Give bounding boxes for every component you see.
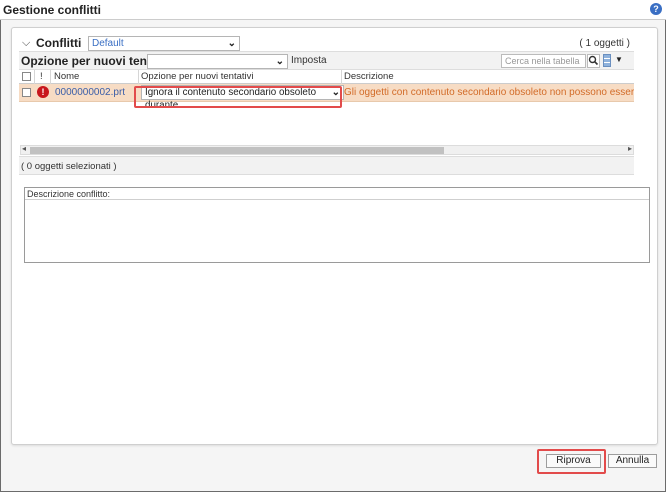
dialog-body: ⌵ Conflitti Default ⌄ ( 1 oggetti ) Opzi… [0,20,666,492]
selection-status-bar: ( 0 oggetti selezionati ) [19,156,634,175]
caret-down-icon[interactable]: ▼ [615,55,623,64]
conflicts-panel: ⌵ Conflitti Default ⌄ ( 1 oggetti ) Opzi… [11,27,658,445]
search-icon [588,55,599,66]
table-header: ! Nome Opzione per nuovi tentativi Descr… [19,70,634,84]
conflict-description-box: Descrizione conflitto: [24,187,650,263]
apply-button[interactable]: Imposta [291,55,327,66]
column-retry-option[interactable]: Opzione per nuovi tentativi [141,71,253,82]
search-button[interactable] [587,54,600,68]
conflicts-title[interactable]: Conflitti [36,36,81,50]
scrollbar-thumb[interactable] [30,147,444,154]
highlight-retry-option [134,86,342,108]
selection-status: ( 0 oggetti selezionati ) [21,161,117,172]
chevron-down-icon: ⌄ [227,38,236,49]
column-name[interactable]: Nome [54,71,79,82]
horizontal-scrollbar[interactable]: ◂ ▸ [20,144,634,155]
conflict-description-label: Descrizione conflitto: [25,188,649,200]
help-icon[interactable]: ? [650,3,662,15]
window-title: Gestione conflitti [3,3,102,17]
table-search-input[interactable]: Cerca nella tabella [501,54,586,68]
conflicts-header: ⌵ Conflitti Default ⌄ ( 1 oggetti ) [20,34,640,52]
chevron-down-icon[interactable]: ⌵ [22,37,30,50]
column-separator [138,70,139,84]
filter-value: Default [92,38,124,49]
column-attention[interactable]: ! [40,71,43,82]
scroll-right-icon[interactable]: ▸ [628,144,632,153]
column-separator [50,70,51,84]
column-description[interactable]: Descrizione [344,71,394,82]
scroll-left-icon[interactable]: ◂ [22,144,26,153]
row-description: Gli oggetti con contenuto secondario obs… [344,87,634,98]
highlight-retry-button [537,449,606,474]
title-bar: Gestione conflitti ? [0,0,666,20]
row-name[interactable]: 0000000002.prt [55,87,125,98]
retry-option-select[interactable]: ⌄ [147,54,288,69]
columns-icon[interactable] [603,54,611,67]
error-icon: ! [37,86,49,98]
chevron-down-icon: ⌄ [275,56,284,67]
retry-option-toolbar: Opzione per nuovi tentativi ⌄ Imposta Ce… [19,51,634,70]
cancel-button[interactable]: Annulla [608,454,657,468]
column-separator [34,70,35,84]
filter-select[interactable]: Default ⌄ [88,36,240,51]
column-separator [341,70,342,84]
object-count: ( 1 oggetti ) [579,38,630,49]
row-checkbox[interactable] [22,88,31,97]
select-all-checkbox[interactable] [22,72,31,81]
